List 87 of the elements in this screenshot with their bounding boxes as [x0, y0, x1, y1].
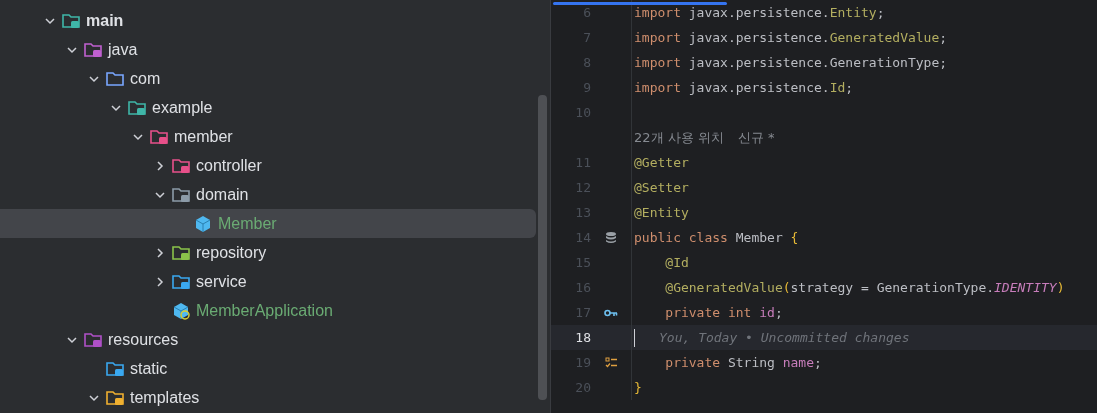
tree-item[interactable]: Member	[0, 209, 536, 238]
code-token: javax.persistence.GenerationType;	[688, 53, 948, 72]
tree-item[interactable]: domain	[0, 180, 536, 209]
folder-icon	[62, 12, 80, 29]
code-token: javax.persistence.	[688, 78, 830, 97]
code-token: Entity	[829, 3, 877, 22]
tree-item-label: templates	[130, 387, 200, 408]
line-number: 18	[575, 328, 591, 347]
code-token: IDENTITY	[994, 278, 1057, 297]
tree-item[interactable]: com	[0, 64, 536, 93]
code-token: @Id	[664, 253, 689, 272]
code-token: id	[759, 303, 775, 322]
folder-icon	[172, 157, 190, 174]
code-token: ;	[939, 28, 948, 47]
code-token: import	[634, 28, 682, 47]
folder-icon	[106, 360, 124, 377]
code-token: import	[634, 3, 682, 22]
tree-item-label: static	[130, 358, 168, 379]
code-token: javax.persistence.	[688, 3, 830, 22]
folder-icon	[84, 41, 102, 58]
tree-item[interactable]: MemberApplication	[0, 296, 536, 325]
chevron-right-icon[interactable]	[154, 275, 166, 288]
code-token: private	[664, 353, 722, 372]
code-token: private int	[664, 303, 753, 322]
tree-item[interactable]: member	[0, 122, 536, 151]
tree-item[interactable]: example	[0, 93, 536, 122]
application-cube-icon	[172, 301, 190, 320]
code-token: @Setter	[634, 178, 689, 197]
folder-icon	[84, 331, 102, 348]
code-token: @Getter	[634, 153, 689, 172]
tree-item-label: com	[130, 68, 161, 89]
tree-item-label: service	[196, 271, 247, 292]
usages-hint[interactable]: 22개 사용 위치	[634, 127, 724, 148]
code-token: String	[727, 353, 776, 372]
code-token: ;	[876, 3, 885, 22]
tree-item-label: domain	[196, 184, 249, 205]
chevron-right-icon[interactable]	[154, 159, 166, 172]
class-cube-icon	[194, 214, 212, 233]
database-icon[interactable]	[605, 231, 617, 244]
folder-icon	[128, 99, 146, 116]
code-token: Member	[735, 228, 784, 247]
author-hint[interactable]: 신규 *	[737, 127, 775, 148]
code-token: @GeneratedValue	[664, 278, 783, 297]
code-token: ;	[845, 78, 854, 97]
tree-item[interactable]: service	[0, 267, 536, 296]
tree-item-label: main	[86, 10, 124, 31]
code-token: ;	[774, 303, 783, 322]
tree-item[interactable]: templates	[0, 383, 536, 412]
tree-item[interactable]: main	[0, 6, 536, 35]
folder-icon	[106, 70, 124, 87]
scrollbar[interactable]	[538, 95, 547, 400]
code-token: }	[634, 378, 642, 397]
folder-icon	[150, 128, 168, 145]
code-token: @Entity	[634, 203, 689, 222]
tree-item-label: resources	[108, 329, 179, 350]
tree-item[interactable]: java	[0, 35, 536, 64]
code-token: import	[634, 78, 682, 97]
chevron-right-icon[interactable]	[154, 246, 166, 259]
tree-item-label: repository	[196, 242, 267, 263]
code-token: {	[790, 228, 799, 247]
code-token: javax.persistence.	[688, 28, 830, 47]
code-token: )	[1056, 278, 1065, 297]
code-token: GeneratedValue	[829, 28, 940, 47]
checklist-icon[interactable]	[604, 357, 618, 368]
folder-icon	[172, 244, 190, 261]
tree-item[interactable]: resources	[0, 325, 536, 354]
tree-item-label: member	[174, 126, 233, 147]
tree-item-label: example	[152, 97, 213, 118]
code-token: public class	[634, 228, 729, 247]
blame-annotation: You, Today • Uncommitted changes	[659, 328, 910, 347]
code-token: ;	[814, 353, 822, 372]
code-token: Id	[829, 78, 846, 97]
code-token: strategy = GenerationType.	[790, 278, 995, 297]
tree-item-label: MemberApplication	[196, 300, 333, 321]
tree-item-label: controller	[196, 155, 262, 176]
folder-icon	[172, 273, 190, 290]
key-icon[interactable]	[604, 308, 618, 317]
tree-item[interactable]: repository	[0, 238, 536, 267]
tree-item-label: java	[108, 39, 138, 60]
tree-item-label: Member	[218, 213, 277, 234]
code-token: import	[634, 53, 682, 72]
code-token: name	[782, 353, 815, 372]
code-token: (	[782, 278, 791, 297]
folder-icon	[106, 389, 124, 406]
tree-item[interactable]: static	[0, 354, 536, 383]
tree-item[interactable]: controller	[0, 151, 536, 180]
folder-icon	[172, 186, 190, 203]
